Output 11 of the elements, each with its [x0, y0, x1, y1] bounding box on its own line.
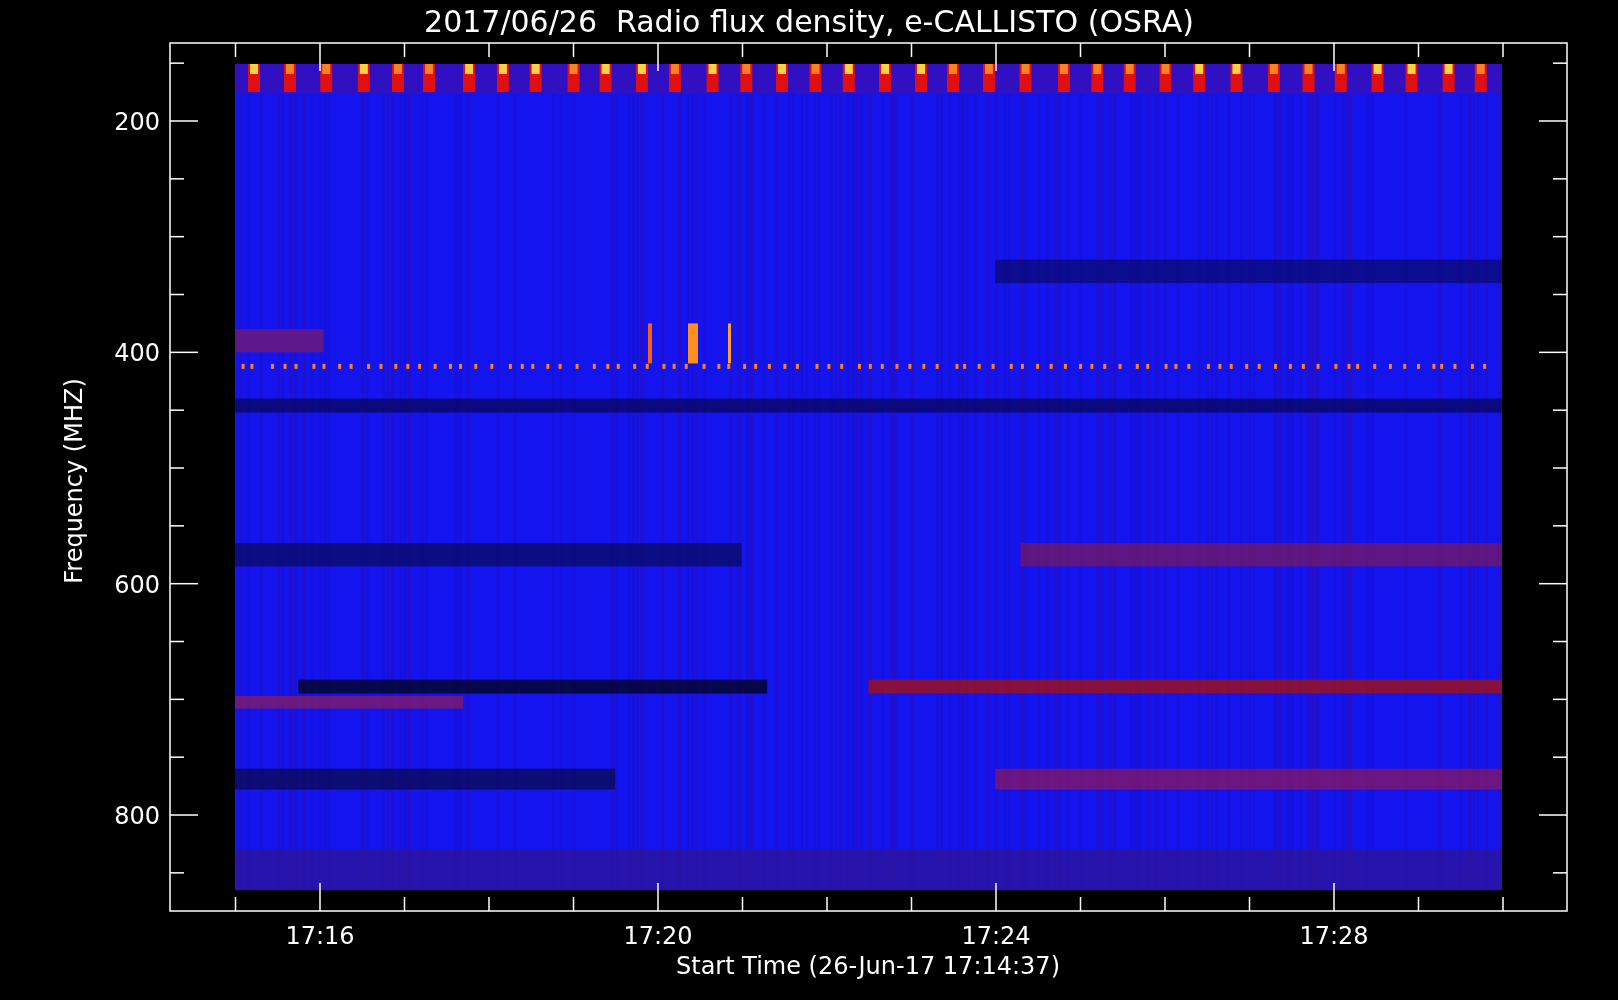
tick-label: 600: [114, 570, 160, 599]
tick-label: 200: [114, 108, 160, 136]
tick-label: 800: [114, 802, 160, 830]
tick-label: 17:20: [623, 922, 693, 950]
tick-label: 17:24: [961, 922, 1031, 950]
tick-label: 17:16: [285, 922, 355, 950]
tick-label: 400: [114, 339, 160, 368]
tick-label: 17:28: [1299, 922, 1369, 950]
axis-label: Start Time (26-Jun-17 17:14:37): [676, 952, 1060, 980]
axis-label: Frequency (MHZ): [60, 378, 88, 584]
chart-title: 2017/06/26 Radio flux density, e-CALLISTO (OSRA): [424, 4, 1194, 39]
